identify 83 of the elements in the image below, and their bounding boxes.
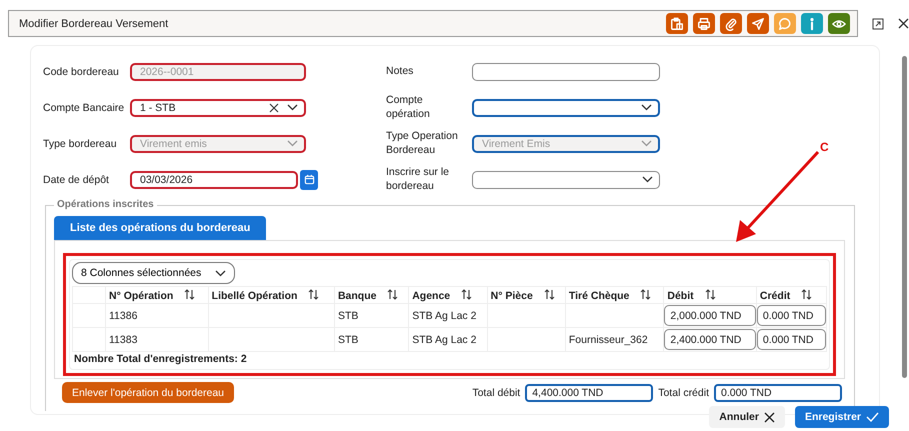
chevron-down-icon [215, 270, 226, 276]
field-label: Type Operation Bordereau [386, 130, 459, 157]
column-header[interactable]: Libellé Opération [208, 286, 334, 304]
remove-button[interactable]: Enlever l'opération du bordereau [62, 382, 234, 403]
print-icon [697, 16, 711, 30]
column-header[interactable]: N° Pièce [487, 286, 566, 304]
comment-icon [778, 16, 792, 30]
column-header[interactable]: Agence [408, 286, 488, 304]
total-field: 4,400.000 TND [525, 384, 654, 402]
expand-icon[interactable] [872, 18, 884, 30]
record-count: Nombre Total d'enregistrements: 2 [73, 352, 248, 367]
field-value: Virement Emis [482, 138, 552, 150]
amount-field[interactable]: 2,000.000 TND [664, 305, 756, 326]
sort-icon[interactable] [640, 288, 652, 300]
field-label: Type bordereau [43, 138, 118, 150]
table-cell: 11383 [106, 328, 208, 352]
chevron-down-icon [287, 140, 298, 147]
view-button[interactable] [828, 13, 850, 34]
amount-field[interactable]: 0.000 TND [756, 329, 826, 350]
field-value: 1 - STB [140, 102, 177, 114]
field-value: 03/03/2026 [140, 174, 194, 186]
field-label: Compte Bancaire [43, 102, 126, 114]
attach-button[interactable] [720, 13, 742, 34]
total-field: 0.000 TND [714, 384, 842, 402]
calendar-button[interactable] [300, 170, 318, 190]
cancel-button[interactable]: Annuler [709, 406, 785, 428]
send-button[interactable] [747, 13, 769, 34]
select-field[interactable] [472, 170, 660, 188]
total-label: Total crédit [658, 386, 709, 398]
sort-icon[interactable] [801, 288, 812, 300]
table-cell: STB Ag Lac 2 [408, 304, 488, 328]
input-field[interactable] [472, 62, 660, 80]
attach-icon [724, 16, 738, 30]
field-label: Notes [386, 64, 414, 78]
select-field[interactable] [472, 98, 660, 116]
annotation-label: C [820, 140, 829, 154]
tab[interactable]: Liste des opérations du bordereau [54, 216, 266, 240]
table-cell: STB [334, 304, 409, 328]
send-icon [751, 16, 765, 30]
column-header[interactable]: Débit [664, 286, 756, 304]
field-label: Compte opération [386, 94, 431, 121]
field-value: Virement emis [140, 138, 208, 150]
column-header[interactable]: N° Opération [106, 286, 208, 304]
field-label: Inscrire sur le bordereau [386, 166, 450, 193]
table-cell: Fournisseur_362 [565, 328, 664, 352]
clipboard-icon [670, 16, 684, 30]
sort-icon[interactable] [308, 288, 320, 300]
chevron-down-icon [641, 140, 652, 147]
amount-field[interactable]: 0.000 TND [756, 305, 826, 326]
column-header[interactable]: Crédit [756, 286, 826, 304]
scrollbar[interactable] [902, 56, 907, 378]
table-cell: STB Ag Lac 2 [408, 328, 488, 352]
column-header[interactable]: Tiré Chèque [565, 286, 664, 304]
table-cell: 11386 [106, 304, 208, 328]
field-label: Code bordereau [43, 66, 120, 78]
select-field[interactable]: 1 - STB [130, 98, 306, 116]
table-cell: STB [334, 328, 409, 352]
close-icon [764, 412, 775, 422]
field-label: Date de dépôt [43, 174, 110, 186]
sort-icon[interactable] [704, 288, 716, 300]
chevron-down-icon [287, 104, 298, 111]
total-label: Total débit [472, 386, 520, 398]
fieldset-legend: Opérations inscrites [54, 199, 157, 210]
clipboard-button[interactable] [666, 13, 688, 34]
window-title: Modifier Bordereau Versement [19, 18, 168, 30]
column-picker[interactable]: 8 Colonnes sélectionnées [72, 262, 236, 284]
close-icon[interactable] [898, 18, 909, 29]
amount-field[interactable]: 2,400.000 TND [664, 329, 756, 350]
checkmark-icon [866, 412, 879, 422]
field-value: 2026--0001 [140, 66, 195, 78]
column-header[interactable]: Banque [334, 286, 409, 304]
date-field[interactable]: 03/03/2026 [130, 170, 298, 188]
print-button[interactable] [693, 13, 715, 34]
sort-icon[interactable] [387, 288, 398, 300]
calendar-icon [304, 174, 314, 185]
save-button[interactable]: Enregistrer [794, 406, 889, 428]
sort-icon[interactable] [461, 288, 472, 300]
sort-icon[interactable] [184, 288, 196, 300]
clear-icon[interactable] [269, 102, 279, 112]
chevron-down-icon [641, 104, 652, 111]
sort-icon[interactable] [544, 288, 555, 300]
chevron-down-icon [642, 176, 653, 183]
info-button[interactable] [801, 13, 823, 34]
